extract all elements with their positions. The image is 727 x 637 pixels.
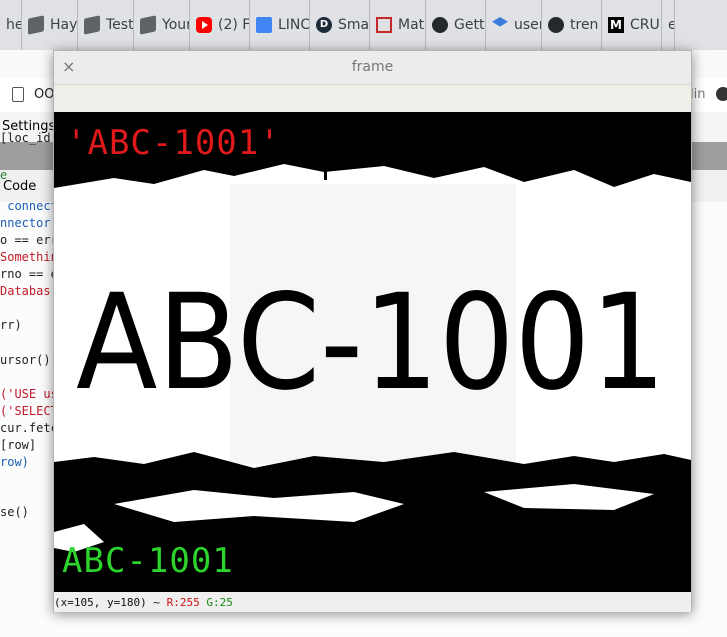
- browser-tab[interactable]: Gett: [426, 0, 486, 50]
- pixel-status-bar: (x=105, y=180) ~ R:255 G:25: [54, 594, 691, 612]
- cube-icon: [28, 15, 44, 35]
- medium-icon: M: [608, 17, 624, 33]
- image-canvas[interactable]: ABC-1001 'ABC-1001' ABC-1001: [54, 112, 691, 592]
- frame-window: × frame ABC-1001 'ABC-1001' ABC-1001 (x=…: [53, 50, 692, 612]
- cube-icon: [84, 15, 100, 35]
- d-logo-icon: D: [316, 17, 332, 33]
- tab-label: Sma: [338, 17, 370, 33]
- youtube-icon: [196, 17, 212, 33]
- tab-label: LINC: [278, 17, 310, 33]
- browser-tab[interactable]: user: [486, 0, 542, 50]
- browser-tab[interactable]: tren: [542, 0, 602, 50]
- browser-tab[interactable]: M CRU: [602, 0, 662, 50]
- code-line: ('USE us: [0, 387, 58, 401]
- tab-code[interactable]: Code: [3, 179, 36, 194]
- github-icon: [548, 17, 564, 33]
- browser-tab[interactable]: (2) F: [190, 0, 250, 50]
- code-line: e: [0, 168, 8, 182]
- bookmark-item[interactable]: OO: [34, 87, 54, 102]
- browser-tab[interactable]: Mat: [370, 0, 426, 50]
- window-title: frame: [351, 59, 394, 75]
- code-line: nnector: [0, 216, 51, 230]
- thresholded-image: ABC-1001: [54, 112, 691, 592]
- tab-label: Test: [106, 17, 134, 33]
- info-icon[interactable]: [716, 87, 727, 101]
- tab-label: Mat: [398, 17, 425, 33]
- code-line: connect: [0, 199, 58, 213]
- tab-label: e: [668, 17, 674, 33]
- code-line: ('SELECT: [0, 404, 58, 418]
- red-channel-value: R:255: [166, 596, 200, 609]
- code-line: [loc_id: [0, 131, 51, 145]
- dark-streak: [324, 132, 327, 180]
- window-titlebar[interactable]: × frame: [54, 51, 691, 85]
- bookmark-item-right[interactable]: lin: [690, 87, 705, 102]
- code-line: Databas: [0, 284, 51, 298]
- browser-tab[interactable]: he: [0, 0, 22, 50]
- github-icon: [432, 17, 448, 33]
- tab-label: CRU: [630, 17, 660, 33]
- code-line: ursor(): [0, 353, 51, 367]
- tab-label: Gett: [454, 17, 485, 33]
- matrix-icon: [376, 17, 392, 33]
- docs-icon: [256, 17, 272, 33]
- tab-label: Hay: [50, 17, 78, 33]
- window-toolbar: [54, 85, 691, 111]
- code-line: Somethin: [0, 250, 58, 264]
- browser-tab[interactable]: Test: [78, 0, 134, 50]
- cube-icon: [140, 15, 156, 35]
- code-line: se(): [0, 505, 29, 519]
- tab-label: Your: [162, 17, 190, 33]
- code-line: o == err: [0, 233, 58, 247]
- tab-label: (2) F: [218, 17, 250, 33]
- browser-tab[interactable]: Hay: [22, 0, 78, 50]
- browser-tab-strip: he Hay Test Your (2) F LINC D Sma Mat Gett user tre…: [0, 0, 727, 50]
- browser-tab[interactable]: e: [662, 0, 675, 50]
- cursor-coordinates: (x=105, y=180) ~: [54, 596, 160, 609]
- browser-tab[interactable]: Your: [134, 0, 190, 50]
- tab-label: user: [514, 17, 542, 33]
- handwritten-plate-text: ABC-1001: [76, 266, 666, 420]
- tab-label: tren: [570, 17, 599, 33]
- code-line: rno == e: [0, 267, 58, 281]
- browser-tab[interactable]: LINC: [250, 0, 310, 50]
- recognized-text-quoted: 'ABC-1001': [66, 123, 281, 163]
- code-line: [row]: [0, 438, 37, 452]
- stack-icon: [492, 17, 508, 27]
- recognized-text: ABC-1001: [62, 541, 234, 581]
- browser-tab[interactable]: D Sma: [310, 0, 370, 50]
- green-channel-value: G:25: [206, 596, 233, 609]
- code-line: cur.fetc: [0, 421, 58, 435]
- code-line: rr): [0, 318, 22, 332]
- document-icon: [12, 87, 24, 102]
- tab-label: he: [6, 17, 22, 33]
- code-line: row): [0, 455, 29, 469]
